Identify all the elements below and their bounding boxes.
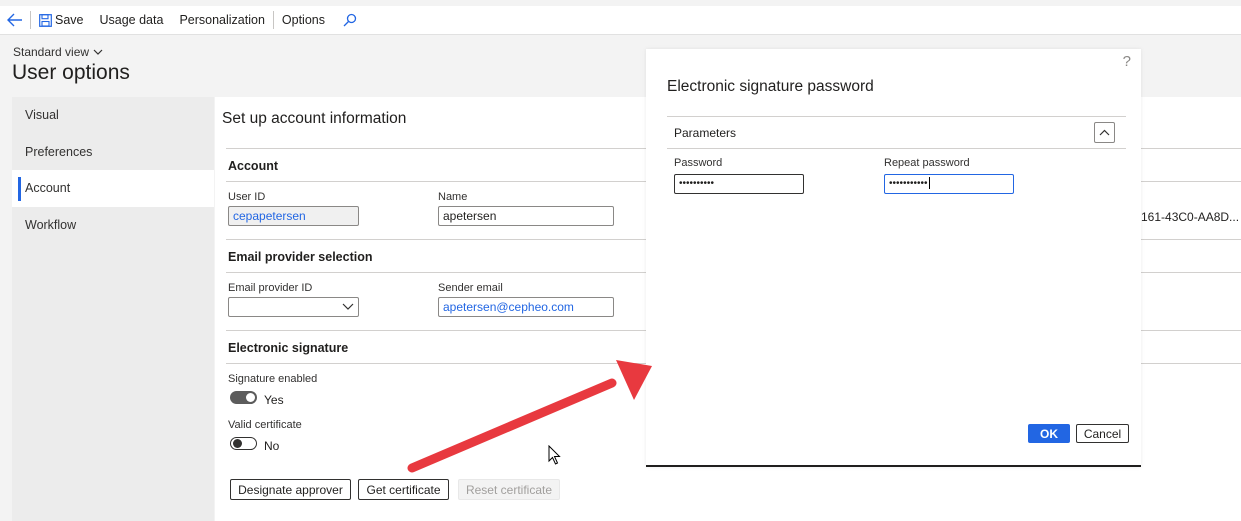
vertical-tabs: Visual Preferences Account Workflow: [12, 97, 214, 521]
tab-account[interactable]: Account: [12, 170, 214, 207]
get-certificate-button[interactable]: Get certificate: [358, 479, 449, 500]
password-field[interactable]: ••••••••••: [674, 174, 804, 194]
signature-enabled-label: Signature enabled: [228, 373, 318, 385]
name-field[interactable]: apetersen: [438, 206, 614, 226]
electronic-signature-password-dialog: ? Electronic signature password Paramete…: [646, 49, 1141, 467]
valid-certificate-label: Valid certificate: [228, 419, 302, 431]
user-id-label: User ID: [228, 191, 266, 203]
electronic-signature-header[interactable]: Electronic signature: [228, 341, 348, 355]
tab-preferences[interactable]: Preferences: [12, 134, 214, 171]
sender-email-label: Sender email: [438, 282, 503, 294]
sender-email-field[interactable]: apetersen@cepheo.com: [438, 297, 614, 317]
parameters-section: Parameters: [667, 116, 1126, 149]
password-label: Password: [674, 157, 723, 169]
tab-label: Account: [25, 181, 71, 196]
chevron-down-icon: [342, 303, 354, 310]
email-provider-header[interactable]: Email provider selection: [228, 250, 373, 264]
account-header[interactable]: Account: [228, 159, 278, 173]
truncated-value: 161-43C0-AA8D...: [1141, 210, 1240, 224]
help-icon[interactable]: ?: [1123, 53, 1131, 70]
personalization-label: Personalization: [179, 13, 265, 27]
back-arrow-icon: [7, 13, 22, 27]
reset-certificate-button: Reset certificate: [458, 479, 560, 500]
chevron-up-icon: [1099, 129, 1110, 136]
back-button[interactable]: [0, 6, 30, 35]
repeat-password-field[interactable]: •••••••••••: [884, 174, 1014, 194]
search-icon: [343, 13, 357, 27]
password-value: ••••••••••: [679, 178, 715, 189]
personalization-button[interactable]: Personalization: [171, 6, 272, 35]
dialog-bottom-border: [646, 465, 1141, 467]
options-button[interactable]: Options: [274, 6, 333, 35]
ok-button[interactable]: OK: [1028, 424, 1070, 443]
text-caret: [928, 177, 930, 190]
page-title: User options: [12, 61, 130, 84]
repeat-password-value: •••••••••••: [889, 178, 928, 189]
usage-data-label: Usage data: [99, 13, 164, 27]
email-provider-id-dropdown[interactable]: [228, 297, 359, 317]
mouse-cursor-icon: [548, 445, 561, 465]
tab-label: Workflow: [25, 217, 77, 232]
save-label: Save: [55, 13, 84, 27]
name-label: Name: [438, 191, 468, 203]
chevron-down-icon: [93, 49, 103, 55]
usage-data-button[interactable]: Usage data: [92, 6, 172, 35]
email-provider-id-label: Email provider ID: [228, 282, 313, 294]
parameters-header[interactable]: Parameters: [674, 126, 736, 140]
section-title: Set up account information: [222, 110, 407, 127]
tab-workflow[interactable]: Workflow: [12, 207, 214, 244]
repeat-password-label: Repeat password: [884, 157, 970, 169]
collapse-button[interactable]: [1094, 122, 1115, 143]
action-pane: Save Usage data Personalization Options: [0, 6, 1241, 35]
dialog-title: Electronic signature password: [667, 78, 874, 95]
signature-enabled-value: Yes: [264, 393, 284, 407]
tab-label: Visual: [25, 108, 59, 123]
save-icon: [39, 13, 52, 27]
designate-approver-button[interactable]: Designate approver: [230, 479, 351, 500]
user-id-field[interactable]: cepapetersen: [228, 206, 359, 226]
search-button[interactable]: [333, 13, 367, 27]
tab-visual[interactable]: Visual: [12, 97, 214, 134]
view-selector-label: Standard view: [13, 45, 90, 59]
tab-label: Preferences: [25, 144, 93, 159]
cancel-button[interactable]: Cancel: [1076, 424, 1129, 443]
valid-certificate-value: No: [264, 439, 280, 453]
save-button[interactable]: Save: [31, 6, 92, 35]
signature-enabled-toggle[interactable]: [230, 391, 257, 404]
options-label: Options: [281, 13, 325, 27]
valid-certificate-toggle[interactable]: [230, 437, 257, 450]
view-selector[interactable]: Standard view: [13, 45, 103, 59]
